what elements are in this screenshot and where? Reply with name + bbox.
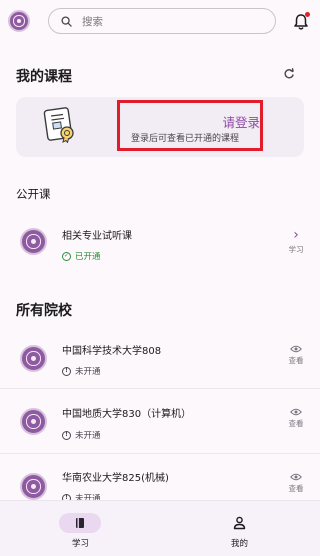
info-icon: ! xyxy=(62,430,71,440)
school-logo-icon xyxy=(8,10,30,32)
info-icon: ! xyxy=(62,366,71,376)
nav-label-mine[interactable]: 我的 xyxy=(231,537,248,549)
chevron-right-icon: › xyxy=(293,227,299,243)
top-bar: 搜索 xyxy=(0,0,320,44)
person-icon[interactable] xyxy=(233,516,246,530)
school-name[interactable]: 华南农业大学825(机械) xyxy=(62,469,169,484)
eye-icon xyxy=(290,473,302,481)
study-button[interactable]: › 学习 xyxy=(284,228,308,255)
check-circle-icon: ✓ xyxy=(62,251,71,261)
search-input[interactable]: 搜索 xyxy=(48,8,276,34)
status-badge: ! 未开通 xyxy=(62,429,101,441)
search-icon xyxy=(61,15,72,27)
school-name[interactable]: 中国科学技术大学808 xyxy=(62,342,161,357)
eye-icon xyxy=(290,408,302,416)
view-button[interactable]: 查看 xyxy=(284,345,308,366)
login-subtitle: 登录后可查看已开通的课程 xyxy=(131,134,240,144)
notification-badge xyxy=(305,12,310,17)
refresh-icon[interactable] xyxy=(282,67,296,81)
school-logo-icon xyxy=(20,473,47,500)
status-badge: ! 未开通 xyxy=(62,365,101,377)
certificate-icon xyxy=(43,107,74,143)
course-logo-icon xyxy=(20,228,47,255)
all-schools-title: 所有院校 xyxy=(16,303,72,319)
search-placeholder: 搜索 xyxy=(82,15,103,28)
bottom-nav: 学习 我的 xyxy=(0,500,320,556)
my-courses-title: 我的课程 xyxy=(16,69,72,85)
view-button[interactable]: 查看 xyxy=(284,473,308,494)
nav-label-study[interactable]: 学习 xyxy=(72,537,89,549)
nav-item-study[interactable] xyxy=(59,513,101,533)
school-logo-icon xyxy=(20,408,47,435)
divider xyxy=(0,388,320,389)
login-title[interactable]: 请登录 xyxy=(222,112,260,131)
school-name[interactable]: 中国地质大学830（计算机） xyxy=(62,405,191,420)
view-button[interactable]: 查看 xyxy=(284,408,308,429)
status-badge: ✓ 已开通 xyxy=(62,251,101,262)
public-courses-title: 公开课 xyxy=(16,187,51,201)
school-logo-icon xyxy=(20,345,47,372)
course-name[interactable]: 相关专业试听课 xyxy=(62,227,132,242)
divider xyxy=(0,453,320,454)
eye-icon xyxy=(290,345,302,353)
book-icon xyxy=(76,518,84,528)
